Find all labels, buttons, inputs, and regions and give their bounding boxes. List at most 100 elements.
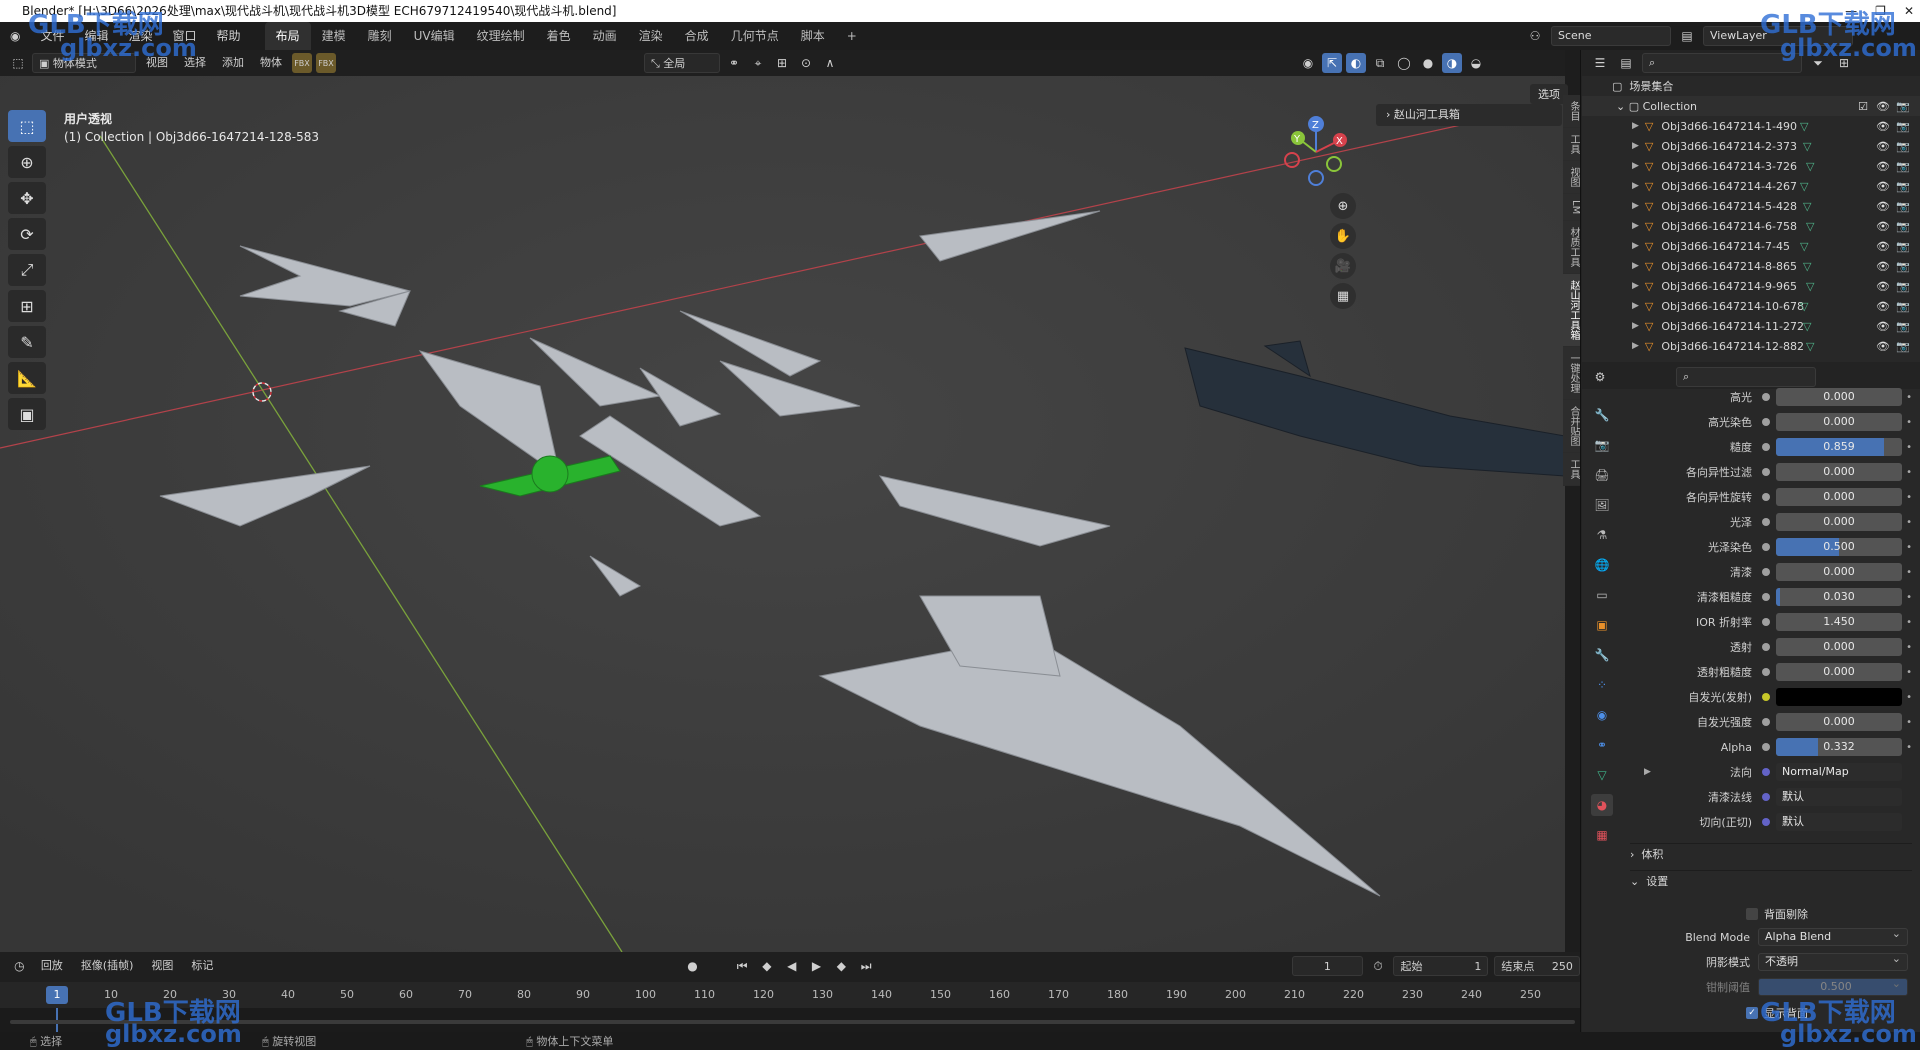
camera-icon[interactable]: 📷 xyxy=(1896,140,1910,153)
eye-icon[interactable]: 👁 xyxy=(1876,260,1890,273)
mesh-data-icon[interactable]: ▽ xyxy=(1803,320,1811,333)
property-field[interactable]: 0.000 xyxy=(1776,488,1902,506)
modifier-icon[interactable]: 🔧 xyxy=(1591,644,1613,666)
keyframe-dot-icon[interactable]: • xyxy=(1906,392,1912,403)
backface-culling-checkbox[interactable]: 背面剔除 xyxy=(1746,906,1808,922)
keyframe-dot-icon[interactable]: • xyxy=(1906,642,1912,653)
eye-icon[interactable]: 👁 xyxy=(1876,240,1890,253)
solid-shading-icon[interactable]: ● xyxy=(1418,53,1438,73)
view-layer-tab-icon[interactable]: 🖼 xyxy=(1591,494,1613,516)
mesh-data-icon[interactable]: ▽ xyxy=(1806,220,1814,233)
mesh-data-icon[interactable]: ▽ xyxy=(1806,340,1814,353)
collection-tab-icon[interactable]: ▭ xyxy=(1591,584,1613,606)
jump-start-icon[interactable]: ⏮ xyxy=(733,956,752,976)
expand-arrow-icon[interactable]: ▶ xyxy=(1632,201,1639,211)
keyframe-dot-icon[interactable]: • xyxy=(1906,517,1912,528)
annotate-tool[interactable]: ✎ xyxy=(8,326,46,358)
scene-icon[interactable]: ⚇ xyxy=(1525,26,1545,46)
ntab-one-click[interactable]: 一键处理 xyxy=(1563,347,1581,401)
expand-arrow-icon[interactable]: ▶ xyxy=(1632,161,1639,171)
property-field[interactable]: 0.000 xyxy=(1776,513,1902,531)
view-layer-icon[interactable]: ▤ xyxy=(1677,26,1697,46)
mesh-data-icon[interactable]: ▽ xyxy=(1800,240,1808,253)
property-field[interactable]: 默认 xyxy=(1776,788,1902,806)
play-reverse-icon[interactable]: ◀ xyxy=(782,956,801,976)
outliner-object-row[interactable]: ▶ ▽ Obj3d66-1647214-2-373 ▽ 👁 📷 xyxy=(1582,136,1920,156)
camera-icon[interactable]: 📷 xyxy=(1896,280,1910,293)
expand-arrow-icon[interactable]: ▶ xyxy=(1632,221,1639,231)
menu-marker[interactable]: 标记 xyxy=(185,956,219,976)
eye-icon[interactable]: 👁 xyxy=(1876,200,1890,213)
keyframe-dot-icon[interactable]: • xyxy=(1906,467,1912,478)
wireframe-shading-icon[interactable]: ◯ xyxy=(1394,53,1414,73)
tab-animation[interactable]: 动画 xyxy=(582,22,628,50)
ntab-view[interactable]: 视图 xyxy=(1563,161,1581,194)
expand-arrow-icon[interactable]: ▶ xyxy=(1632,301,1639,311)
socket-icon[interactable] xyxy=(1762,768,1770,776)
rendered-shading-icon[interactable]: ◒ xyxy=(1466,53,1486,73)
property-field[interactable]: 0.000 xyxy=(1776,463,1902,481)
camera-icon[interactable]: 📷 xyxy=(1896,200,1910,213)
expand-arrow-icon[interactable]: ▶ xyxy=(1632,121,1639,131)
add-workspace-icon[interactable]: + xyxy=(836,22,868,50)
socket-icon[interactable] xyxy=(1762,793,1770,801)
constraints-icon[interactable]: ⚭ xyxy=(1591,734,1613,756)
tool-settings-icon[interactable]: 🔧 xyxy=(1591,404,1613,426)
scale-tool[interactable]: ⤢ xyxy=(8,254,46,286)
outliner-object-row[interactable]: ▶ ▽ Obj3d66-1647214-3-726 ▽ 👁 📷 xyxy=(1582,156,1920,176)
playhead[interactable]: 1 xyxy=(46,986,68,1004)
outliner-editor-icon[interactable]: ☰ xyxy=(1590,53,1610,73)
tab-uv-editing[interactable]: UV编辑 xyxy=(403,22,466,50)
socket-icon[interactable] xyxy=(1762,493,1770,501)
socket-icon[interactable] xyxy=(1762,693,1770,701)
menu-add[interactable]: 添加 xyxy=(216,53,250,73)
mesh-data-icon[interactable]: ▽ xyxy=(1803,200,1811,213)
cursor-tool[interactable]: ⊕ xyxy=(8,146,46,178)
socket-icon[interactable] xyxy=(1762,518,1770,526)
navigation-gizmo[interactable]: Z Y X xyxy=(1278,112,1358,192)
outliner-object-row[interactable]: ▶ ▽ Obj3d66-1647214-11-272 ▽ 👁 📷 xyxy=(1582,316,1920,336)
expand-arrow-icon[interactable]: ▶ xyxy=(1632,321,1639,331)
properties-editor-icon[interactable]: ⚙ xyxy=(1590,367,1610,387)
properties-search[interactable]: ⌕ xyxy=(1676,367,1816,387)
add-cube-tool[interactable]: ▣ xyxy=(8,398,46,430)
property-field[interactable]: 1.450 xyxy=(1776,613,1902,631)
property-field[interactable]: 默认 xyxy=(1776,813,1902,831)
shadow-mode-dropdown[interactable]: 不透明 xyxy=(1758,951,1908,971)
camera-view-icon[interactable]: 🎥 xyxy=(1330,253,1356,279)
keyframe-dot-icon[interactable]: • xyxy=(1906,717,1912,728)
property-field[interactable]: Normal/Map xyxy=(1776,763,1902,781)
property-field[interactable]: 0.859 xyxy=(1776,438,1902,456)
property-field[interactable]: 0.000 xyxy=(1776,388,1902,406)
keyframe-dot-icon[interactable]: • xyxy=(1906,567,1912,578)
tab-sculpting[interactable]: 雕刻 xyxy=(357,22,403,50)
keyframe-dot-icon[interactable]: • xyxy=(1906,542,1912,553)
camera-icon[interactable]: 📷 xyxy=(1896,160,1910,173)
eye-icon[interactable]: 👁 xyxy=(1876,220,1890,233)
transform-orientation[interactable]: ⤡ 全局 xyxy=(644,53,720,73)
fbx-import-icon[interactable]: FBX xyxy=(292,53,312,73)
object-icon[interactable]: ▣ xyxy=(1591,614,1613,636)
keyframe-dot-icon[interactable]: • xyxy=(1906,692,1912,703)
expand-arrow-icon[interactable]: ▶ xyxy=(1632,261,1639,271)
property-field[interactable]: 0.000 xyxy=(1776,663,1902,681)
pivot-icon[interactable]: ⚭ xyxy=(724,53,744,73)
expand-arrow-icon[interactable]: ▶ xyxy=(1632,141,1639,151)
overlay-toggle-icon[interactable]: ◐ xyxy=(1346,53,1366,73)
fbx-export-icon[interactable]: FBX xyxy=(316,53,336,73)
keyframe-dot-icon[interactable]: • xyxy=(1906,617,1912,628)
checkbox-icon[interactable]: ☑ xyxy=(1858,100,1868,113)
section-settings[interactable]: ⌄ 设置 xyxy=(1630,870,1912,892)
data-icon[interactable]: ▽ xyxy=(1591,764,1613,786)
close-button[interactable]: ✕ xyxy=(1904,0,1914,22)
ntab-merge-maps[interactable]: 合并贴图 xyxy=(1563,400,1581,454)
property-field[interactable]: 0.000 xyxy=(1776,713,1902,731)
socket-icon[interactable] xyxy=(1762,468,1770,476)
socket-icon[interactable] xyxy=(1762,643,1770,651)
camera-icon[interactable]: 📷 xyxy=(1896,100,1910,113)
editor-type-icon[interactable]: ⬚ xyxy=(8,53,28,73)
visibility-icon[interactable]: ◉ xyxy=(1298,53,1318,73)
socket-icon[interactable] xyxy=(1762,668,1770,676)
tab-modeling[interactable]: 建模 xyxy=(311,22,357,50)
menu-timeline-view[interactable]: 视图 xyxy=(145,956,179,976)
